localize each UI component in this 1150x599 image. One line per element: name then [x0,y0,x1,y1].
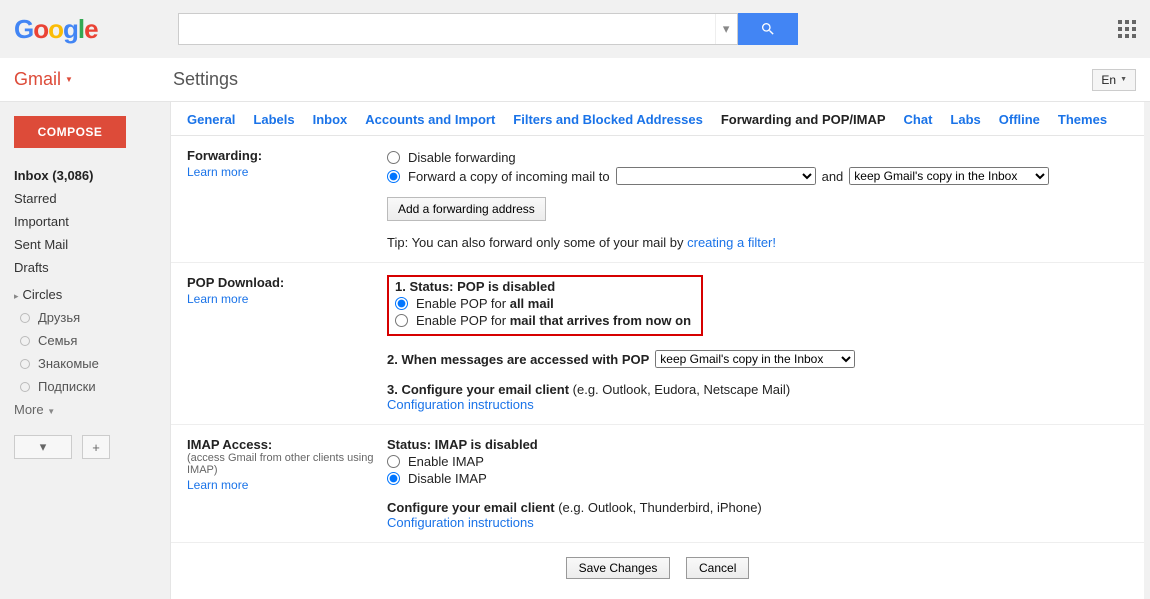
search-button[interactable] [738,13,798,45]
settings-tab[interactable]: Accounts and Import [365,112,495,127]
pop-step3-eg: (e.g. Outlook, Eudora, Netscape Mail) [573,382,791,397]
cancel-button[interactable]: Cancel [686,557,749,579]
circle-icon [20,336,30,346]
imap-status: Status: IMAP is disabled [387,437,538,452]
imap-disable-label[interactable]: Disable IMAP [408,471,487,486]
chevron-down-icon: ▼ [65,75,73,84]
pop-title: POP Download: [187,275,387,290]
sidebar-circles-header[interactable]: Circles [14,283,160,306]
sidebar-circle-item[interactable]: Знакомые [14,352,160,375]
imap-enable-label[interactable]: Enable IMAP [408,454,484,469]
settings-tab[interactable]: Labels [253,112,294,127]
create-filter-link[interactable]: creating a filter! [687,235,776,250]
save-changes-button[interactable]: Save Changes [566,557,671,579]
sidebar-item[interactable]: Sent Mail [14,233,160,256]
circle-icon [20,313,30,323]
sidebar-circle-label: Знакомые [38,356,99,371]
pop-enable-all-label[interactable]: Enable POP for all mail [416,296,554,311]
pop-config-link[interactable]: Configuration instructions [387,397,534,412]
pop-enable-new-label[interactable]: Enable POP for mail that arrives from no… [416,313,691,328]
sidebar-circle-item[interactable]: Друзья [14,306,160,329]
imap-enable-radio[interactable] [387,455,400,468]
forward-and-text: and [822,169,844,184]
gmail-dropdown[interactable]: Gmail ▼ [14,69,73,90]
settings-tab[interactable]: Filters and Blocked Addresses [513,112,703,127]
language-label: En [1101,73,1116,87]
pop-enable-new-radio[interactable] [395,314,408,327]
circle-icon [20,359,30,369]
imap-disable-radio[interactable] [387,472,400,485]
pop-highlighted-box: 1. Status: POP is disabled Enable POP fo… [387,275,703,336]
disable-forwarding-radio[interactable] [387,151,400,164]
apps-icon[interactable] [1118,20,1136,38]
sidebar-item[interactable]: Important [14,210,160,233]
settings-tab[interactable]: Offline [999,112,1040,127]
sidebar-circle-label: Друзья [38,310,80,325]
settings-tab[interactable]: Labs [950,112,980,127]
forwarding-learn-more-link[interactable]: Learn more [187,165,248,179]
pop-status-line: 1. Status: POP is disabled [395,279,555,294]
imap-title: IMAP Access: [187,437,387,452]
settings-tab[interactable]: Forwarding and POP/IMAP [721,112,886,127]
chevron-down-icon: ▼ [1120,76,1127,83]
sidebar-circle-item[interactable]: Подписки [14,375,160,398]
add-forwarding-address-button[interactable]: Add a forwarding address [387,197,546,221]
sidebar-circle-label: Подписки [38,379,96,394]
language-dropdown[interactable]: En ▼ [1092,69,1136,91]
forward-copy-radio[interactable] [387,170,400,183]
pop-step2-label: 2. When messages are accessed with POP [387,352,649,367]
sidebar-add-button[interactable]: + [82,435,110,459]
search-options-dropdown[interactable]: ▾ [715,14,737,44]
forwarding-title: Forwarding: [187,148,387,163]
imap-learn-more-link[interactable]: Learn more [187,478,248,492]
sidebar-more[interactable]: More ▼ [14,398,160,421]
sidebar-item[interactable]: Drafts [14,256,160,279]
google-logo[interactable]: Google [14,14,98,45]
forward-address-select[interactable] [616,167,816,185]
imap-cfg-eg: (e.g. Outlook, Thunderbird, iPhone) [558,500,762,515]
forward-copy-label[interactable]: Forward a copy of incoming mail to [408,169,610,184]
sidebar-item[interactable]: Inbox (3,086) [14,164,160,187]
search-icon [760,21,776,37]
pop-step3-label: 3. Configure your email client [387,382,573,397]
settings-tab[interactable]: Themes [1058,112,1107,127]
forward-tip-text: Tip: You can also forward only some of y… [387,235,687,250]
pop-action-select[interactable]: keep Gmail's copy in the Inbox [655,350,855,368]
sidebar-circle-label: Семья [38,333,77,348]
pop-learn-more-link[interactable]: Learn more [187,292,248,306]
search-box[interactable]: ▾ [178,13,738,45]
sidebar-circle-item[interactable]: Семья [14,329,160,352]
sidebar-mini-dropdown[interactable]: ▾ [14,435,72,459]
pop-enable-all-radio[interactable] [395,297,408,310]
settings-tab[interactable]: Chat [904,112,933,127]
search-input[interactable] [179,14,715,44]
circle-icon [20,382,30,392]
settings-tab[interactable]: General [187,112,235,127]
forward-action-select[interactable]: keep Gmail's copy in the Inbox [849,167,1049,185]
disable-forwarding-label[interactable]: Disable forwarding [408,150,516,165]
imap-cfg-title: Configure your email client [387,500,558,515]
settings-tab[interactable]: Inbox [313,112,348,127]
compose-button[interactable]: COMPOSE [14,116,126,148]
imap-config-link[interactable]: Configuration instructions [387,515,534,530]
imap-subtitle: (access Gmail from other clients using I… [187,452,387,476]
page-title: Settings [173,69,238,90]
sidebar-item[interactable]: Starred [14,187,160,210]
gmail-dropdown-label: Gmail [14,69,61,90]
